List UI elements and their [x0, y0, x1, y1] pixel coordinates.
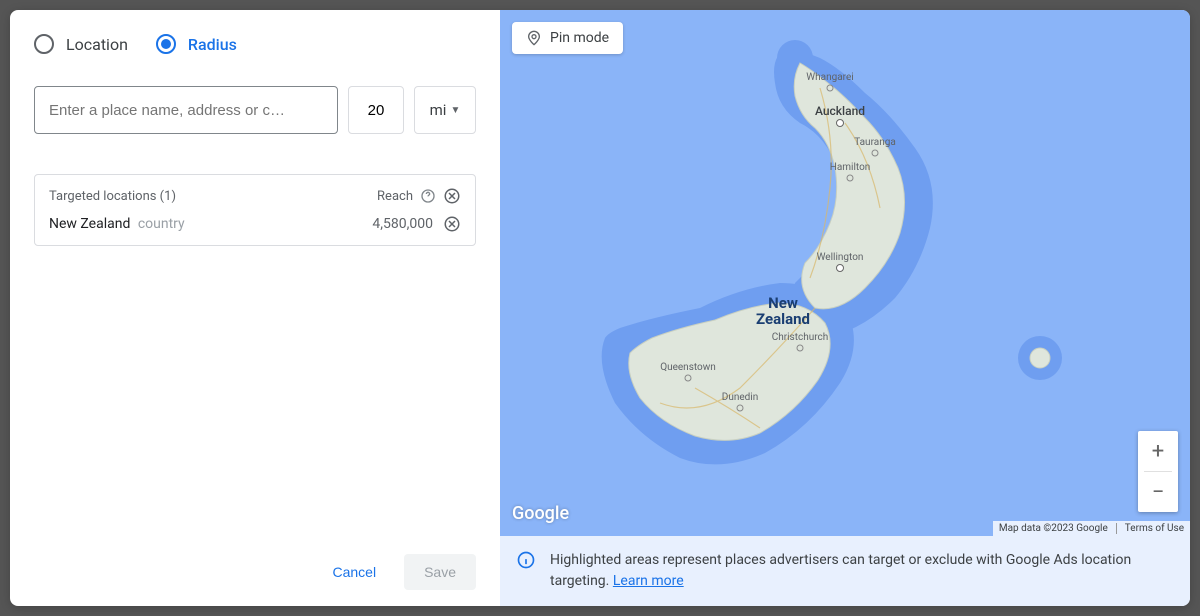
radio-location-label: Location	[66, 35, 128, 54]
place-input[interactable]	[34, 86, 338, 134]
location-name: New Zealand	[49, 216, 130, 232]
map: Pin mode	[500, 10, 1190, 536]
right-panel: Pin mode	[500, 10, 1190, 606]
radio-radius[interactable]: Radius	[156, 34, 237, 54]
clear-all-icon[interactable]	[443, 187, 461, 205]
info-bar: Highlighted areas represent places adver…	[500, 536, 1190, 606]
learn-more-link[interactable]: Learn more	[613, 573, 684, 589]
city-wellington: Wellington	[817, 252, 864, 263]
city-auckland: Auckland	[815, 104, 865, 118]
targeted-header-label: Targeted locations (1)	[49, 189, 176, 204]
zoom-out-button[interactable]: −	[1138, 472, 1178, 512]
table-row: New Zealand country 4,580,000	[49, 215, 461, 233]
city-whangarei: Whangarei	[806, 72, 853, 83]
pin-icon	[526, 30, 542, 46]
footer-actions: Cancel Save	[34, 538, 476, 590]
reach-value: 4,580,000	[372, 216, 433, 232]
city-tauranga: Tauranga	[854, 137, 896, 148]
radius-value-input[interactable]	[348, 86, 404, 134]
terms-link[interactable]: Terms of Use	[1116, 523, 1184, 534]
mode-radio-group: Location Radius	[34, 34, 476, 54]
city-dunedin: Dunedin	[722, 392, 759, 403]
google-logo: Google	[512, 503, 569, 524]
zoom-controls: + −	[1138, 431, 1178, 512]
radio-radius-label: Radius	[188, 35, 237, 54]
location-type: country	[138, 216, 185, 232]
remove-location-icon[interactable]	[443, 215, 461, 233]
search-row: mi ▼	[34, 86, 476, 134]
city-queenstown: Queenstown	[660, 362, 716, 373]
country-label-2: Zealand	[756, 310, 810, 328]
unit-select[interactable]: mi ▼	[414, 86, 476, 134]
radio-circle-icon	[34, 34, 54, 54]
pin-mode-label: Pin mode	[550, 30, 609, 46]
targeted-locations-box: Targeted locations (1) Reach New Zealand…	[34, 174, 476, 246]
map-data-credit: Map data ©2023 Google	[999, 523, 1108, 534]
map-credits: Map data ©2023 Google Terms of Use	[993, 521, 1190, 536]
chevron-down-icon: ▼	[450, 105, 460, 116]
city-christchurch: Christchurch	[772, 332, 829, 343]
save-button: Save	[404, 554, 476, 590]
zoom-in-button[interactable]: +	[1138, 431, 1178, 471]
help-icon[interactable]	[419, 187, 437, 205]
pin-mode-button[interactable]: Pin mode	[512, 22, 623, 54]
radio-circle-selected-icon	[156, 34, 176, 54]
unit-label: mi	[430, 101, 447, 119]
radio-location[interactable]: Location	[34, 34, 128, 54]
left-panel: Location Radius mi ▼ Targeted locations …	[10, 10, 500, 606]
cancel-button[interactable]: Cancel	[312, 554, 396, 590]
location-radius-dialog: Location Radius mi ▼ Targeted locations …	[10, 10, 1190, 606]
map-canvas[interactable]: Whangarei Auckland Tauranga Hamilton Wel…	[500, 10, 1190, 536]
city-hamilton: Hamilton	[830, 162, 871, 173]
info-icon	[516, 550, 536, 570]
reach-label: Reach	[377, 189, 413, 204]
